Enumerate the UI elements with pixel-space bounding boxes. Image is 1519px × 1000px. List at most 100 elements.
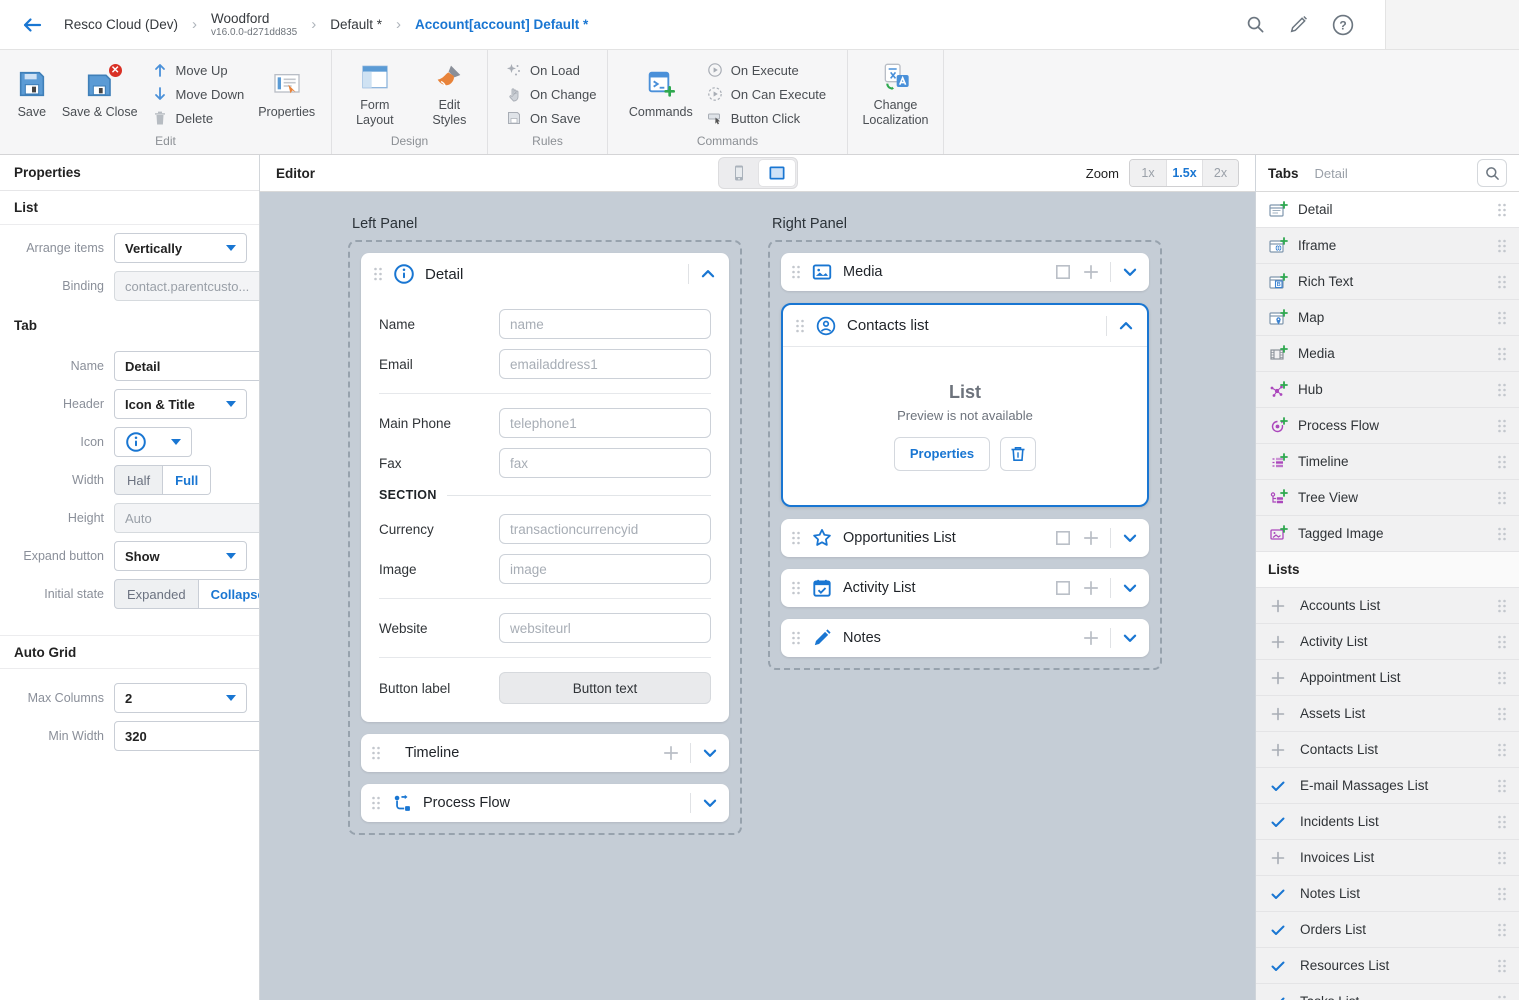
plus-icon[interactable] — [1082, 529, 1100, 547]
properties-button[interactable]: Properties — [258, 68, 315, 120]
zoom-1-5x-button[interactable]: 1.5x — [1166, 160, 1202, 186]
contacts-list-header[interactable]: Contacts list — [783, 305, 1147, 347]
tab-item-detail[interactable]: Detail — [1256, 192, 1519, 228]
edit-styles-button[interactable]: Edit Styles — [422, 61, 477, 128]
commands-button[interactable]: Commands — [629, 68, 693, 120]
chevron-down-icon[interactable] — [701, 744, 719, 762]
detail-tab-card[interactable]: Detail NameEmailMain PhoneFaxSECTIONCurr… — [361, 253, 729, 722]
drag-handle-icon[interactable] — [1497, 454, 1507, 470]
phone-view-button[interactable] — [721, 160, 757, 186]
tab-item-rich-text[interactable]: BRich Text — [1256, 264, 1519, 300]
timeline-bar[interactable]: Timeline — [361, 734, 729, 772]
list-item-orders-list[interactable]: Orders List — [1256, 912, 1519, 948]
list-item-appointment-list[interactable]: Appointment List — [1256, 660, 1519, 696]
drag-handle-icon[interactable] — [1497, 202, 1507, 218]
save-button[interactable]: Save — [16, 68, 48, 120]
drag-handle-icon[interactable] — [373, 266, 383, 282]
drag-handle-icon[interactable] — [1497, 814, 1507, 830]
drag-handle-icon[interactable] — [1497, 706, 1507, 722]
drag-handle-icon[interactable] — [1497, 670, 1507, 686]
tabs-search-button[interactable] — [1477, 159, 1507, 187]
drag-handle-icon[interactable] — [1497, 778, 1507, 794]
plus-icon[interactable] — [1082, 629, 1100, 647]
field-input[interactable] — [499, 309, 711, 339]
chevron-down-icon[interactable] — [1121, 263, 1139, 281]
tablet-view-button[interactable] — [759, 160, 795, 186]
initial-expanded-option[interactable]: Expanded — [115, 580, 198, 608]
on-execute-button[interactable]: On Execute — [707, 62, 826, 78]
on-change-button[interactable]: On Change — [506, 86, 597, 102]
on-can-execute-button[interactable]: On Can Execute — [707, 86, 826, 102]
help-icon[interactable]: ? — [1331, 13, 1355, 37]
drag-handle-icon[interactable] — [791, 530, 801, 546]
width-half-option[interactable]: Half — [115, 466, 162, 494]
drag-handle-icon[interactable] — [1497, 922, 1507, 938]
list-item-e-mail-massages-list[interactable]: E-mail Massages List — [1256, 768, 1519, 804]
plus-icon[interactable] — [1082, 263, 1100, 281]
header-select[interactable]: Icon & Title — [114, 389, 247, 419]
change-localization-button[interactable]: Change Localization — [858, 61, 933, 128]
list-item-notes-list[interactable]: Notes List — [1256, 876, 1519, 912]
drag-handle-icon[interactable] — [795, 318, 805, 334]
chevron-down-icon[interactable] — [1121, 529, 1139, 547]
edit-pencil-icon[interactable] — [1288, 14, 1309, 35]
drag-handle-icon[interactable] — [371, 795, 381, 811]
drag-handle-icon[interactable] — [791, 580, 801, 596]
drag-handle-icon[interactable] — [1497, 850, 1507, 866]
field-input[interactable] — [499, 514, 711, 544]
delete-button[interactable]: Delete — [152, 110, 245, 126]
checkbox-square-icon[interactable] — [1054, 529, 1072, 547]
icon-select[interactable] — [114, 427, 192, 457]
tab-item-tagged-image[interactable]: Tagged Image — [1256, 516, 1519, 552]
drag-handle-icon[interactable] — [1497, 526, 1507, 542]
list-item-accounts-list[interactable]: Accounts List — [1256, 588, 1519, 624]
drag-handle-icon[interactable] — [1497, 634, 1507, 650]
field-input[interactable] — [499, 613, 711, 643]
chevron-down-icon[interactable] — [1121, 629, 1139, 647]
drag-handle-icon[interactable] — [791, 264, 801, 280]
list-properties-button[interactable]: Properties — [894, 437, 990, 471]
chevron-up-icon[interactable] — [1117, 317, 1135, 335]
plus-icon[interactable] — [662, 744, 680, 762]
list-item-tasks-list[interactable]: Tasks List — [1256, 984, 1519, 1000]
tab-item-timeline[interactable]: Timeline — [1256, 444, 1519, 480]
activity-list-bar[interactable]: Activity List — [781, 569, 1149, 607]
tab-item-media[interactable]: Media — [1256, 336, 1519, 372]
chevron-up-icon[interactable] — [699, 265, 717, 283]
list-item-assets-list[interactable]: Assets List — [1256, 696, 1519, 732]
min-width-field[interactable] — [114, 721, 260, 751]
right-panel-dropzone[interactable]: Media Contacts list — [768, 240, 1162, 670]
process-flow-bar[interactable]: Process Flow — [361, 784, 729, 822]
move-down-button[interactable]: Move Down — [152, 86, 245, 102]
chevron-down-icon[interactable] — [701, 794, 719, 812]
drag-handle-icon[interactable] — [791, 630, 801, 646]
move-up-button[interactable]: Move Up — [152, 62, 245, 78]
checkbox-square-icon[interactable] — [1054, 579, 1072, 597]
tab-item-tree-view[interactable]: Tree View — [1256, 480, 1519, 516]
drag-handle-icon[interactable] — [1497, 418, 1507, 434]
on-load-button[interactable]: On Load — [506, 62, 597, 78]
drag-handle-icon[interactable] — [371, 745, 381, 761]
drag-handle-icon[interactable] — [1497, 310, 1507, 326]
tab-item-process-flow[interactable]: Process Flow — [1256, 408, 1519, 444]
drag-handle-icon[interactable] — [1497, 598, 1507, 614]
max-columns-select[interactable]: 2 — [114, 683, 247, 713]
chevron-down-icon[interactable] — [1121, 579, 1139, 597]
contacts-list-card[interactable]: Contacts list List Preview is not availa… — [781, 303, 1149, 507]
tab-item-map[interactable]: Map — [1256, 300, 1519, 336]
drag-handle-icon[interactable] — [1497, 490, 1507, 506]
list-item-activity-list[interactable]: Activity List — [1256, 624, 1519, 660]
drag-handle-icon[interactable] — [1497, 382, 1507, 398]
checkbox-square-icon[interactable] — [1054, 263, 1072, 281]
drag-handle-icon[interactable] — [1497, 994, 1507, 1000]
drag-handle-icon[interactable] — [1497, 346, 1507, 362]
field-input[interactable] — [499, 554, 711, 584]
list-item-incidents-list[interactable]: Incidents List — [1256, 804, 1519, 840]
field-input[interactable] — [499, 448, 711, 478]
tab-item-hub[interactable]: Hub — [1256, 372, 1519, 408]
drag-handle-icon[interactable] — [1497, 274, 1507, 290]
form-layout-button[interactable]: Form Layout — [342, 61, 408, 128]
button-click-button[interactable]: Button Click — [707, 110, 826, 126]
arrange-items-select[interactable]: Vertically — [114, 233, 247, 263]
drag-handle-icon[interactable] — [1497, 238, 1507, 254]
